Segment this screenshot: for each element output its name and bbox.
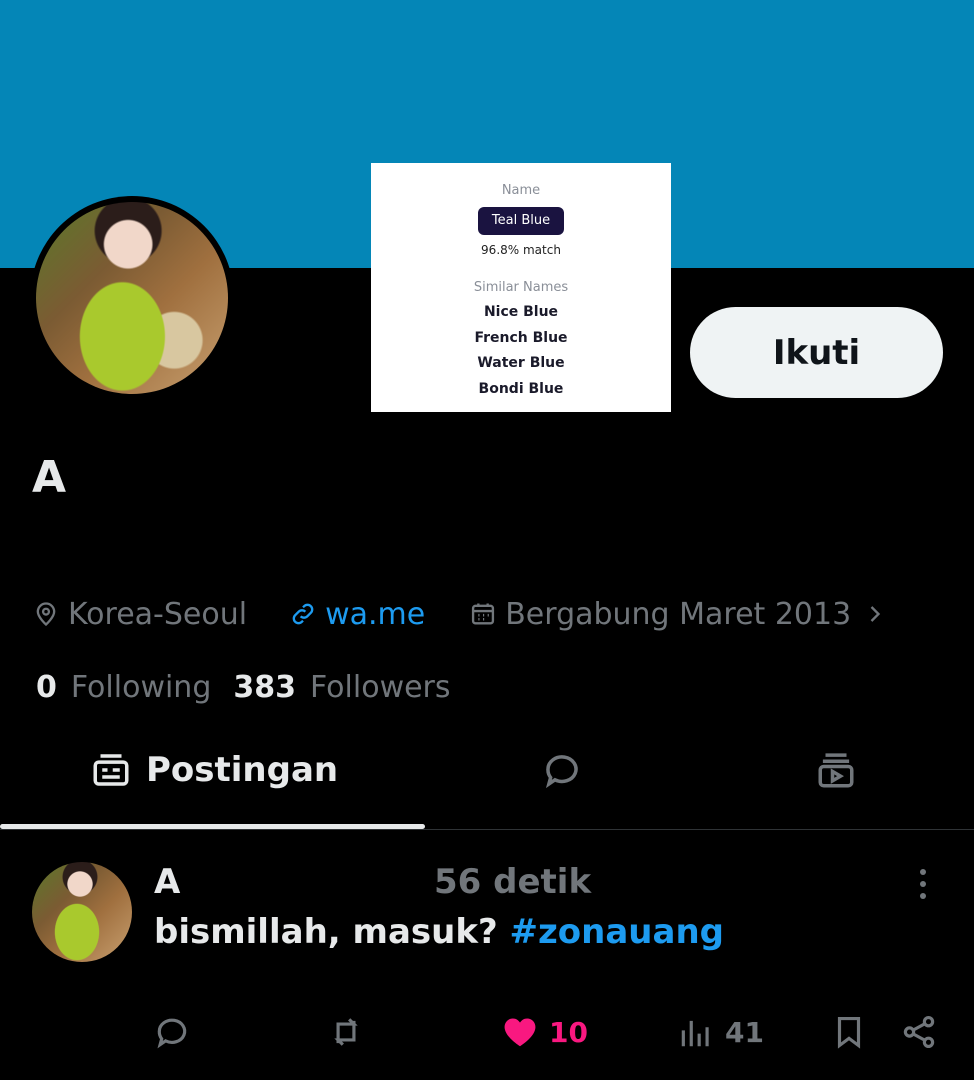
location-pin-icon bbox=[36, 602, 56, 627]
more-options-icon[interactable] bbox=[908, 864, 938, 904]
bookmark-icon bbox=[837, 1016, 861, 1049]
tab-posts[interactable]: Postingan bbox=[90, 740, 338, 800]
color-name-chip: Teal Blue bbox=[478, 207, 564, 235]
repost-icon bbox=[334, 1018, 358, 1046]
tab-divider bbox=[0, 829, 974, 830]
link-icon bbox=[292, 603, 314, 625]
share-icon bbox=[903, 1016, 935, 1048]
chevron-right-icon bbox=[870, 606, 881, 622]
post-body: bismillah, masuk? bbox=[154, 912, 510, 952]
follow-stats: 0 Following 383 Followers bbox=[36, 665, 473, 709]
similar-names-list: Nice Blue French Blue Water Blue Bondi B… bbox=[371, 304, 671, 407]
similar-names-label: Similar Names bbox=[473, 280, 569, 295]
following-count[interactable]: 0 bbox=[36, 670, 57, 705]
posts-icon bbox=[93, 754, 129, 786]
media-icon bbox=[818, 753, 854, 788]
followers-count[interactable]: 383 bbox=[233, 670, 296, 705]
like-count: 10 bbox=[549, 1015, 588, 1049]
color-match-percentage: 96.8% match bbox=[481, 243, 561, 257]
view-count: 41 bbox=[725, 1015, 764, 1049]
display-name: A bbox=[32, 452, 67, 503]
color-name-label: Name bbox=[501, 183, 541, 198]
website-link[interactable]: wa.me bbox=[325, 597, 425, 632]
joined-date: Bergabung Maret 2013 bbox=[505, 596, 852, 632]
post-text: bismillah, masuk? #zonauang bbox=[154, 912, 724, 952]
similar-name-item: Water Blue bbox=[477, 355, 565, 372]
joined-item[interactable]: Bergabung Maret 2013 bbox=[469, 597, 889, 632]
calendar-icon bbox=[472, 603, 495, 625]
follow-button[interactable]: Ikuti bbox=[690, 307, 943, 398]
followers-label[interactable]: Followers bbox=[310, 670, 451, 705]
avatar-image bbox=[36, 202, 228, 394]
like-button[interactable]: 10 bbox=[501, 1010, 588, 1054]
profile-avatar[interactable] bbox=[30, 196, 234, 400]
location-item: Korea-Seoul bbox=[32, 597, 247, 632]
color-name-card: Name Teal Blue 96.8% match Similar Names… bbox=[371, 163, 671, 412]
repost-button[interactable] bbox=[327, 1010, 365, 1054]
views-button[interactable]: 41 bbox=[677, 1010, 764, 1054]
following-label[interactable]: Following bbox=[71, 670, 212, 705]
replies-icon bbox=[545, 755, 578, 789]
tab-replies[interactable] bbox=[541, 740, 583, 800]
views-bar-chart-icon bbox=[681, 1020, 709, 1047]
bookmark-button[interactable] bbox=[830, 1010, 868, 1054]
profile-meta-row: Korea-Seoul wa.me Bergabung Maret 2013 bbox=[32, 590, 889, 638]
post-author-avatar[interactable] bbox=[32, 862, 132, 962]
website-item[interactable]: wa.me bbox=[289, 597, 425, 632]
similar-name-item: Nice Blue bbox=[483, 304, 559, 320]
location-text: Korea-Seoul bbox=[68, 596, 248, 632]
tab-posts-label: Postingan bbox=[146, 750, 339, 790]
heart-icon bbox=[504, 1018, 536, 1047]
reply-icon bbox=[157, 1018, 187, 1049]
reply-button[interactable] bbox=[153, 1010, 191, 1054]
tab-media[interactable] bbox=[815, 740, 857, 800]
post-hashtag[interactable]: #zonauang bbox=[510, 912, 724, 952]
similar-name-item: French Blue bbox=[474, 329, 568, 346]
similar-name-item: Bondi Blue bbox=[478, 381, 564, 398]
post-timestamp[interactable]: 56 detik bbox=[434, 862, 591, 902]
post-author-name[interactable]: A bbox=[154, 862, 180, 902]
share-button[interactable] bbox=[900, 1010, 938, 1054]
